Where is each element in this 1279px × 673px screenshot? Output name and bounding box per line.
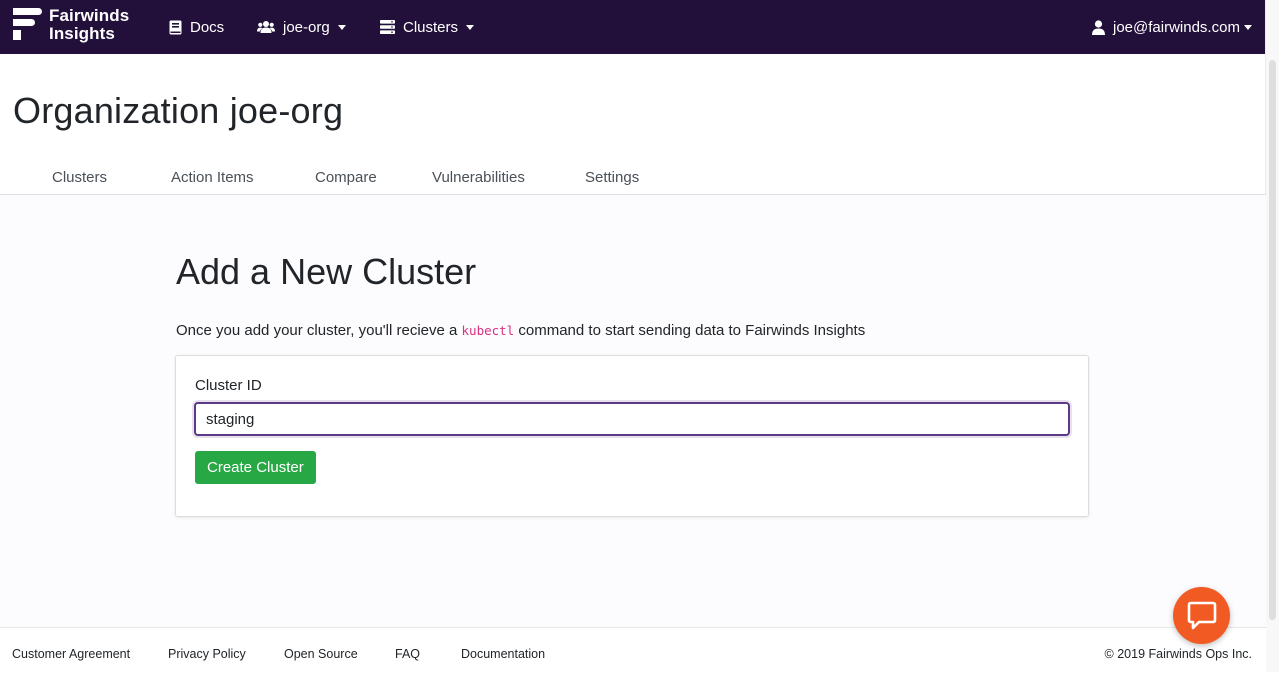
nav-clusters-dropdown[interactable]: Clusters [380, 16, 475, 38]
scrollbar-thumb[interactable] [1269, 60, 1276, 620]
copyright-text: © 2019 Fairwinds Ops Inc. [1104, 647, 1252, 661]
tab-compare[interactable]: Compare [315, 169, 377, 186]
user-icon [1092, 19, 1105, 35]
intro-code: kubectl [461, 323, 515, 338]
footer-link-privacy-policy[interactable]: Privacy Policy [168, 647, 246, 661]
org-tabs: Clusters Action Items Compare Vulnerabil… [0, 160, 1266, 195]
page-title: Organization joe-org [13, 90, 344, 131]
tab-vulnerabilities[interactable]: Vulnerabilities [432, 169, 525, 186]
nav-docs-link[interactable]: Docs [169, 16, 224, 38]
tab-action-items[interactable]: Action Items [171, 169, 254, 186]
nav-docs-label: Docs [190, 18, 225, 36]
nav-clusters-label: Clusters [403, 18, 459, 36]
nav-org-label: joe-org [283, 18, 330, 36]
intro-text-after: command to start sending data to Fairwin… [514, 322, 866, 339]
logo-line-2: Insights [49, 24, 115, 43]
main-content: Add a New Cluster Once you add your clus… [0, 195, 1266, 627]
chevron-down-icon [1243, 24, 1252, 30]
page-scrollbar[interactable] [1265, 0, 1279, 672]
page-footer: Customer Agreement Privacy Policy Open S… [0, 627, 1266, 673]
book-icon [169, 20, 182, 35]
chat-launcher-button[interactable] [1173, 587, 1230, 644]
add-cluster-heading: Add a New Cluster [176, 251, 477, 292]
nav-org-dropdown[interactable]: joe-org [257, 16, 346, 38]
cluster-id-label: Cluster ID [195, 377, 262, 394]
footer-link-documentation[interactable]: Documentation [461, 647, 545, 661]
nav-user-dropdown[interactable]: joe@fairwinds.com [1092, 16, 1252, 38]
tab-clusters[interactable]: Clusters [52, 169, 107, 186]
create-cluster-button[interactable]: Create Cluster [195, 451, 316, 484]
logo-text: Fairwinds Insights [49, 7, 129, 43]
chevron-down-icon [466, 24, 475, 30]
intro-text-before: Once you add your cluster, you'll reciev… [176, 322, 462, 339]
fairwinds-insights-logo[interactable]: Fairwinds Insights [13, 7, 138, 47]
users-icon [257, 20, 275, 34]
footer-link-open-source[interactable]: Open Source [284, 647, 358, 661]
add-cluster-card: Cluster ID Create Cluster [175, 355, 1089, 517]
nav-user-label: joe@fairwinds.com [1113, 18, 1240, 36]
logo-mark-icon [13, 8, 43, 46]
add-cluster-intro: Once you add your cluster, you'll reciev… [176, 322, 865, 339]
top-navbar: Fairwinds Insights Docs joe-org Clusters… [0, 0, 1266, 54]
footer-link-faq[interactable]: FAQ [395, 647, 420, 661]
server-icon [380, 20, 395, 34]
tab-settings[interactable]: Settings [585, 169, 639, 186]
footer-link-customer-agreement[interactable]: Customer Agreement [12, 647, 130, 661]
chevron-down-icon [337, 24, 346, 30]
chat-icon [1187, 601, 1217, 630]
cluster-id-input[interactable] [194, 402, 1070, 436]
logo-line-1: Fairwinds [49, 6, 130, 25]
